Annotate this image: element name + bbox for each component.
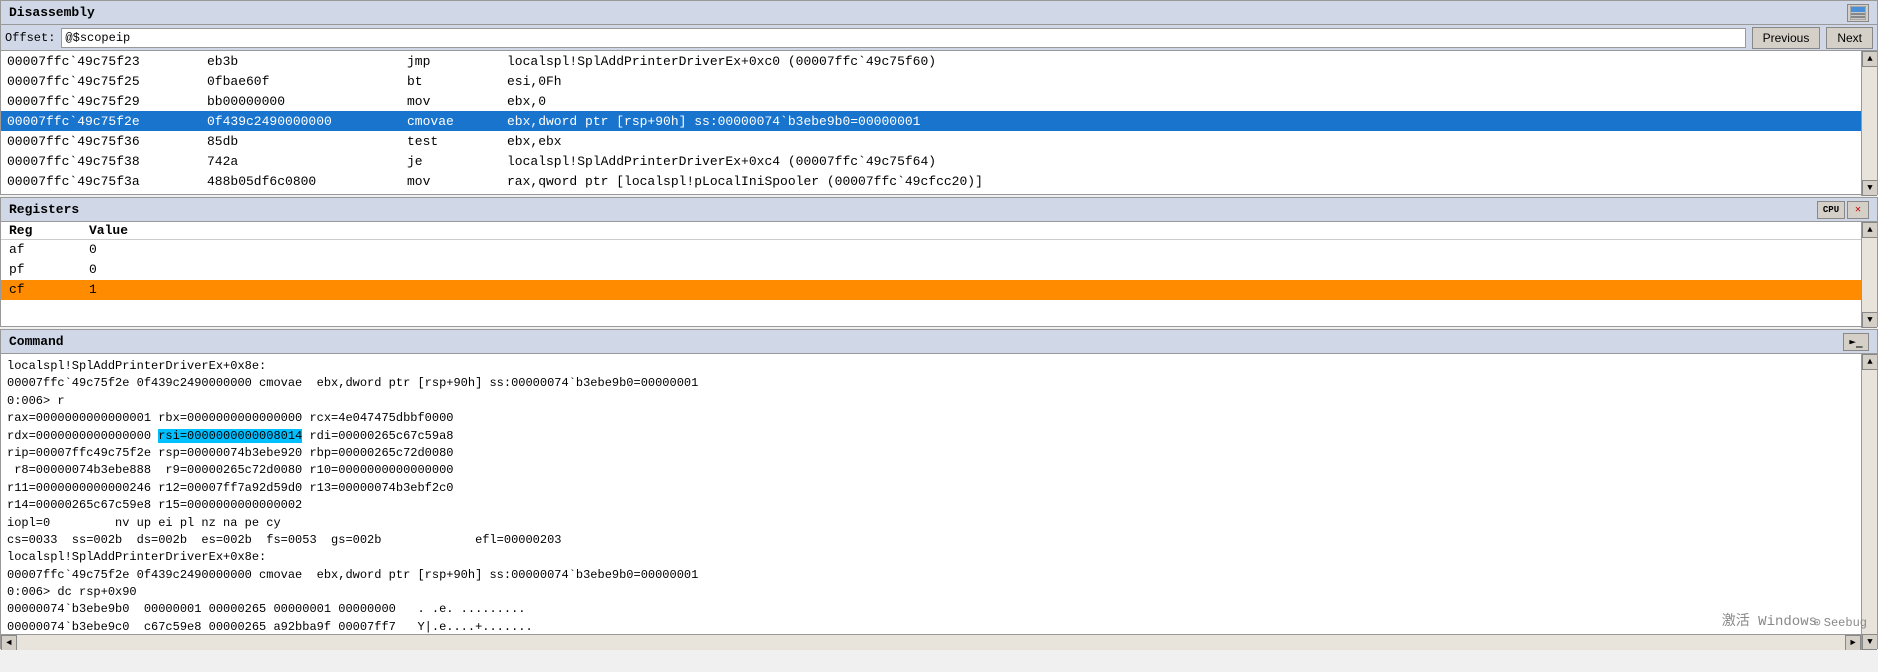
disasm-mnemonic: bt [401, 71, 501, 91]
disasm-offset: 00007ffc`49c75f38 [1, 151, 201, 171]
disasm-operands: localspl!SplAddPrinterDriverEx+0xc4 (000… [501, 151, 1861, 171]
command-panel: Command ►_ localspl!SplAddPrinterDriverE… [0, 329, 1878, 649]
disasm-row[interactable]: 00007ffc`49c75f38 742a je localspl!SplAd… [1, 151, 1861, 171]
disasm-bytes: 85db [201, 131, 401, 151]
disasm-operands: ebx,ebx [501, 131, 1861, 151]
disasm-operands: ebx,0 [501, 91, 1861, 111]
disassembly-title: Disassembly [9, 5, 95, 20]
disasm-offset: 00007ffc`49c75f23 [1, 51, 201, 71]
reg-value: 0 [81, 260, 1861, 280]
register-row[interactable]: af 0 [1, 240, 1861, 260]
disasm-offset: 00007ffc`49c75f25 [1, 71, 201, 91]
command-hscrollbar[interactable]: ◄ ► [1, 634, 1861, 650]
disasm-offset: 00007ffc`49c75f36 [1, 131, 201, 151]
next-button[interactable]: Next [1826, 27, 1873, 49]
reg-scroll-up[interactable]: ▲ [1862, 222, 1877, 238]
disasm-mnemonic: cmovae [401, 111, 501, 131]
scroll-up-arrow[interactable]: ▲ [1862, 51, 1877, 67]
disasm-row[interactable]: 00007ffc`49c75f29 bb00000000 mov ebx,0 [1, 91, 1861, 111]
offset-label: Offset: [5, 31, 55, 45]
scroll-down-arrow[interactable]: ▼ [1862, 180, 1877, 196]
registers-controls: CPU ✕ [1817, 201, 1869, 219]
registers-content: Reg Value af 0 pf 0 cf 1 [1, 222, 1877, 300]
registers-close-btn[interactable]: ✕ [1847, 201, 1869, 219]
reg-scroll-down[interactable]: ▼ [1862, 312, 1877, 328]
disassembly-panel: Disassembly Offset: Previous Next 00007f… [0, 0, 1878, 195]
disasm-operands: ebx,dword ptr [rsp+90h] ss:00000074`b3eb… [501, 111, 1861, 131]
disasm-row[interactable]: 00007ffc`49c75f2e 0f439c2490000000 cmova… [1, 111, 1861, 131]
command-text: localspl!SplAddPrinterDriverEx+0x8e: 000… [1, 354, 1877, 650]
disasm-mnemonic: jmp [401, 51, 501, 71]
disasm-row[interactable]: 00007ffc`49c75f23 eb3b jmp localspl!SplA… [1, 51, 1861, 71]
disasm-bytes: 0f439c2490000000 [201, 111, 401, 131]
offset-bar: Offset: Previous Next [1, 25, 1877, 51]
cpu-icon-btn[interactable]: CPU [1817, 201, 1845, 219]
disasm-mnemonic: mov [401, 91, 501, 111]
previous-button[interactable]: Previous [1752, 27, 1821, 49]
command-header: Command ►_ [1, 330, 1877, 354]
registers-title: Registers [9, 202, 79, 217]
register-row[interactable]: cf 1 [1, 280, 1861, 300]
command-vscrollbar[interactable]: ▲ ▼ [1861, 354, 1877, 650]
cmd-scroll-left[interactable]: ◄ [1, 635, 17, 650]
disasm-operands: esi,0Fh [501, 71, 1861, 91]
disasm-bytes: 488b05df6c0800 [201, 171, 401, 191]
reg-name: pf [1, 260, 81, 280]
disasm-mnemonic: test [401, 131, 501, 151]
disasm-mnemonic: mov [401, 171, 501, 191]
offset-input[interactable] [61, 28, 1745, 48]
disasm-operands: localspl!SplAddPrinterDriverEx+0xc0 (000… [501, 51, 1861, 71]
cmd-hscroll-track[interactable] [17, 635, 1845, 650]
reg-name: cf [1, 280, 81, 300]
registers-table: Reg Value af 0 pf 0 cf 1 [1, 222, 1861, 300]
cmd-scroll-up[interactable]: ▲ [1862, 354, 1877, 370]
cmd-scroll-right[interactable]: ► [1845, 635, 1861, 650]
disasm-mnemonic: je [401, 151, 501, 171]
disassembly-table: 00007ffc`49c75f23 eb3b jmp localspl!SplA… [1, 51, 1861, 191]
disasm-bytes: bb00000000 [201, 91, 401, 111]
disassembly-header: Disassembly [1, 1, 1877, 25]
disassembly-body: 00007ffc`49c75f23 eb3b jmp localspl!SplA… [1, 51, 1877, 196]
disasm-operands: rax,qword ptr [localspl!pLocalIniSpooler… [501, 171, 1861, 191]
reg-col-header: Reg [1, 222, 81, 240]
command-controls: ►_ [1843, 333, 1869, 351]
command-title: Command [9, 334, 64, 349]
reg-scroll-track[interactable] [1862, 238, 1877, 312]
disasm-bytes: 742a [201, 151, 401, 171]
registers-body: Reg Value af 0 pf 0 cf 1 ▲ ▼ [1, 222, 1877, 328]
disassembly-vscrollbar[interactable]: ▲ ▼ [1861, 51, 1877, 196]
registers-vscrollbar[interactable]: ▲ ▼ [1861, 222, 1877, 328]
disasm-offset: 00007ffc`49c75f29 [1, 91, 201, 111]
disasm-row[interactable]: 00007ffc`49c75f25 0fbae60f bt esi,0Fh [1, 71, 1861, 91]
reg-value: 1 [81, 280, 1861, 300]
disassembly-controls [1847, 4, 1869, 22]
cmd-scroll-down[interactable]: ▼ [1862, 634, 1877, 650]
reg-value: 0 [81, 240, 1861, 260]
disasm-offset: 00007ffc`49c75f2e [1, 111, 201, 131]
command-body: localspl!SplAddPrinterDriverEx+0x8e: 000… [1, 354, 1877, 650]
scroll-track[interactable] [1862, 67, 1877, 180]
cmd-scroll-track[interactable] [1862, 370, 1877, 634]
disasm-row[interactable]: 00007ffc`49c75f36 85db test ebx,ebx [1, 131, 1861, 151]
registers-header: Registers CPU ✕ [1, 198, 1877, 222]
register-row[interactable]: pf 0 [1, 260, 1861, 280]
disasm-bytes: 0fbae60f [201, 71, 401, 91]
terminal-icon-btn[interactable]: ►_ [1843, 333, 1869, 351]
disasm-row[interactable]: 00007ffc`49c75f3a 488b05df6c0800 mov rax… [1, 171, 1861, 191]
rsi-highlight: rsi=0000000000008014 [158, 429, 302, 443]
disasm-offset: 00007ffc`49c75f3a [1, 171, 201, 191]
disassembly-content: 00007ffc`49c75f23 eb3b jmp localspl!SplA… [1, 51, 1877, 191]
disasm-bytes: eb3b [201, 51, 401, 71]
reg-header-row: Reg Value [1, 222, 1861, 240]
registers-panel: Registers CPU ✕ Reg Value af 0 pf 0 cf 1 [0, 197, 1878, 327]
disassembly-icon-btn[interactable] [1847, 4, 1869, 22]
reg-name: af [1, 240, 81, 260]
val-col-header: Value [81, 222, 1861, 240]
